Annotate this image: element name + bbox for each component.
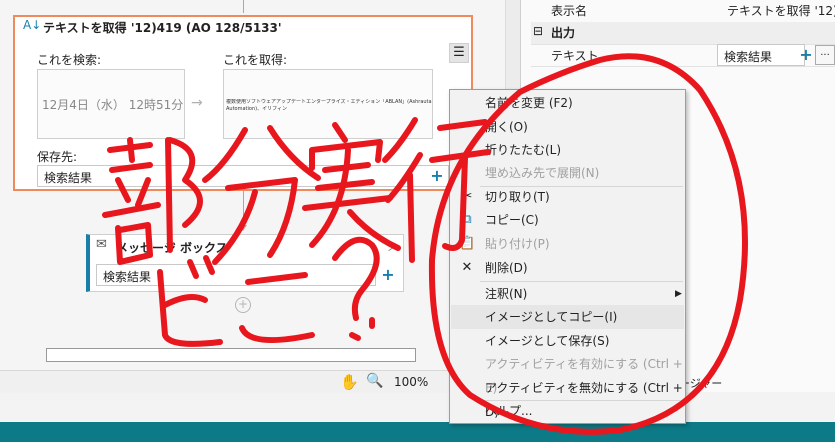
search-image-box[interactable]: 12月4日（水） 12時51分 — [37, 69, 185, 139]
search-preview-text: 12月4日（水） 12時51分 — [42, 98, 184, 112]
property-row-text[interactable]: テキスト 検索結果 + ... — [531, 44, 835, 67]
add-variable-button[interactable]: + — [429, 168, 445, 184]
zoom-level[interactable]: 100% — [394, 375, 428, 389]
collapse-section-icon[interactable]: ⊟ — [533, 24, 543, 38]
message-text-value: 検索結果 — [103, 270, 152, 284]
add-variable-button[interactable]: + — [798, 47, 814, 63]
zoom-magnifier-icon[interactable]: 🔍 — [366, 373, 383, 389]
menu-item-collapse[interactable]: 折りたたむ(L) — [451, 138, 684, 162]
get-preview-line-2: Automation)、イリフィン — [226, 106, 287, 112]
output-section-label: 出力 — [551, 26, 576, 40]
activity-menu-icon[interactable]: ☰ — [449, 43, 469, 63]
activity-title: テキストを取得 '12)419 (AO 128/5133' — [43, 21, 282, 35]
designer-statusbar: ✋ 🔍 100% — [0, 370, 520, 393]
hand-pan-icon[interactable]: ✋ — [340, 373, 359, 391]
activity-title: メッセージ ボックス — [116, 241, 228, 255]
delete-x-icon: ✕ — [461, 260, 473, 275]
connector-arrow — [239, 225, 247, 231]
get-preview-line-1: 複数使用ソフトウェアアップデートエンタープライズ・エディション「ABLAN」(A… — [226, 99, 432, 105]
envelope-icon: ✉ — [96, 237, 107, 252]
copy-icon: ⧉ — [462, 212, 472, 227]
menu-item-copy-as-image[interactable]: イメージとしてコピー(I) — [451, 305, 684, 329]
get-text-activity[interactable]: A↓ テキストを取得 '12)419 (AO 128/5133' ☰ これを検索… — [13, 15, 473, 191]
connector-line-mid — [243, 191, 244, 225]
display-name-value: テキストを取得 '12)419 — [727, 4, 835, 18]
get-text-icon: A↓ — [23, 18, 42, 32]
save-to-field[interactable]: 検索結果 — [37, 165, 449, 187]
menu-item-save-as-image[interactable]: イメージとして保存(S) — [451, 329, 684, 353]
menu-item-annotation[interactable]: 注釈(N) ▶ — [451, 282, 684, 306]
message-box-activity[interactable]: ✉ メッセージ ボックス ︿ 検索結果 + — [86, 234, 404, 292]
menu-item-enable-activity: アクティビティを有効にする (Ctrl + E) — [485, 357, 683, 395]
get-label: これを取得: — [223, 53, 288, 67]
menu-item-expand-in-place: 埋め込み先で展開(N) — [485, 166, 600, 180]
menu-item-rename[interactable]: 名前を変更 (F2) — [451, 91, 684, 115]
submenu-arrow-icon: ▶ — [675, 289, 682, 299]
bottom-accent-strip — [0, 422, 835, 442]
menu-item-cut[interactable]: ✂ 切り取り(T) — [451, 185, 684, 209]
menu-item-help[interactable]: ヘルプ... — [451, 399, 684, 423]
get-image-box[interactable]: 複数使用ソフトウェアアップデートエンタープライズ・エディション「ABLAN」(A… — [223, 69, 433, 139]
search-label: これを検索: — [37, 53, 102, 67]
section-output[interactable]: ⊟ 出力 — [531, 22, 835, 45]
horizontal-scrollbar[interactable] — [46, 348, 416, 362]
scissors-icon: ✂ — [461, 189, 473, 204]
property-row-display-name[interactable]: 表示名 テキストを取得 '12)419 — [531, 0, 835, 23]
menu-item-disable-activity[interactable]: アクティビティを無効にする (Ctrl + D) — [451, 376, 684, 419]
menu-item-delete[interactable]: ✕ 削除(D) — [451, 256, 684, 280]
save-to-label: 保存先: — [37, 150, 78, 164]
add-activity-icon[interactable]: + — [235, 297, 251, 313]
add-variable-button[interactable]: + — [380, 267, 396, 283]
arrow-right-icon: → — [191, 95, 203, 111]
text-property-label: テキスト — [551, 49, 599, 63]
display-name-label: 表示名 — [551, 4, 588, 18]
save-to-value: 検索結果 — [44, 171, 93, 185]
menu-item-copy[interactable]: ⧉ コピー(C) — [451, 208, 684, 232]
context-menu: 名前を変更 (F2) 開く(O) 折りたたむ(L) 埋め込み先で展開(N) ✂ 切… — [449, 89, 686, 424]
paste-icon: 📋 — [459, 236, 476, 251]
designer-canvas[interactable]: A↓ テキストを取得 '12)419 (AO 128/5133' ☰ これを検索… — [0, 0, 520, 370]
text-property-value: 検索結果 — [724, 50, 773, 64]
message-text-field[interactable]: 検索結果 — [96, 264, 376, 286]
menu-item-open[interactable]: 開く(O) — [451, 115, 684, 139]
more-button[interactable]: ... — [815, 45, 835, 65]
collapse-chevron-icon[interactable]: ︿ — [388, 238, 399, 254]
text-property-field[interactable]: 検索結果 — [717, 44, 805, 66]
menu-item-paste: 📋 貼り付け(P) — [451, 232, 684, 256]
connector-line-top — [243, 0, 244, 13]
